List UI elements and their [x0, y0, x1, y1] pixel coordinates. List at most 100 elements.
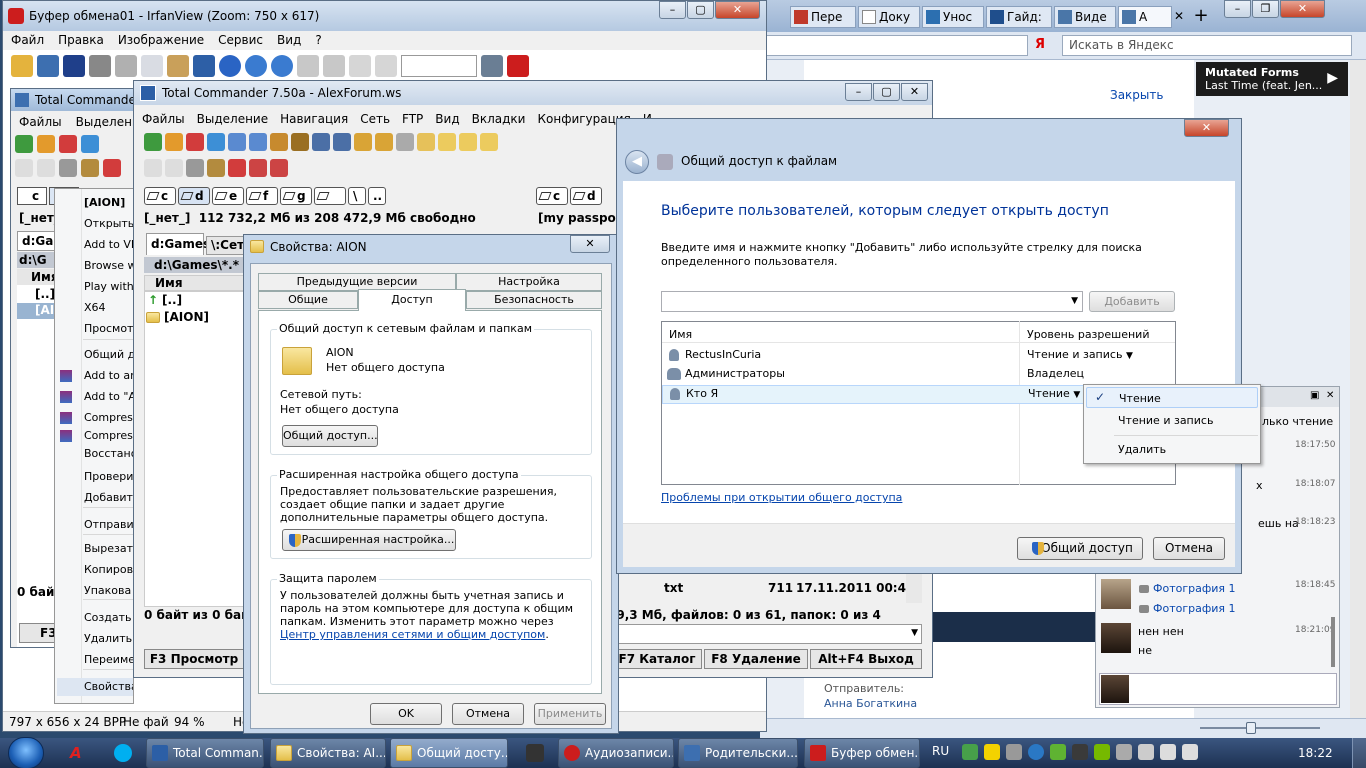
permission-row[interactable]: RectusInCuria Чтение и запись ▼: [662, 346, 1175, 365]
context-menu-header[interactable]: [AION]: [84, 196, 125, 209]
browser-tab[interactable]: Доку: [858, 6, 920, 28]
drive-button[interactable]: g: [280, 187, 312, 205]
taskbar-item[interactable]: Родительски...: [678, 738, 798, 768]
folder-tab[interactable]: \:Сет: [206, 236, 246, 255]
share-confirm-button[interactable]: Общий доступ: [1017, 537, 1143, 560]
context-menu-item[interactable]: Compress: [84, 429, 133, 442]
page-scrollbar[interactable]: [1350, 60, 1366, 718]
brief-view-icon[interactable]: [165, 133, 183, 151]
browser-tab[interactable]: Пере: [790, 6, 856, 28]
paste-icon[interactable]: [167, 55, 189, 77]
context-menu-item[interactable]: Browse wi: [84, 259, 133, 272]
menu-item[interactable]: Выделение: [197, 110, 268, 129]
taskbar-item[interactable]: Аудиозаписи...: [558, 738, 674, 768]
copy-icon[interactable]: [141, 55, 163, 77]
menu-item[interactable]: Файл: [11, 31, 44, 50]
close-button[interactable]: ✕: [715, 1, 760, 19]
maximize-button[interactable]: ▢: [687, 1, 714, 19]
close-button[interactable]: ✕: [1280, 0, 1325, 18]
search-input[interactable]: Искать в Яндекс: [1062, 35, 1352, 56]
open-icon[interactable]: [11, 55, 33, 77]
delete-icon[interactable]: [103, 159, 121, 177]
column-header-permission[interactable]: Уровень разрешений: [1027, 328, 1149, 341]
slideshow-icon[interactable]: [37, 55, 59, 77]
language-indicator[interactable]: RU: [932, 744, 949, 758]
context-menu-item[interactable]: Открыть: [84, 217, 133, 230]
tray-icon[interactable]: [1138, 744, 1154, 760]
menu-item[interactable]: Правка: [58, 31, 104, 50]
tray-icon[interactable]: [1006, 744, 1022, 760]
context-menu-item[interactable]: Удалить: [84, 632, 132, 645]
menu-item[interactable]: Файлы: [142, 110, 185, 129]
folder-tab[interactable]: d:Games: [146, 233, 210, 255]
tray-icon[interactable]: [1028, 744, 1044, 760]
context-menu-item[interactable]: Add to arc: [84, 369, 133, 382]
file-icon[interactable]: [37, 159, 55, 177]
menu-item[interactable]: Файлы: [19, 113, 62, 132]
advanced-sharing-button[interactable]: Расширенная настройка...: [282, 529, 456, 551]
browser-tab-close-icon[interactable]: ✕: [1174, 6, 1188, 28]
menu-item-remove[interactable]: Удалить: [1086, 439, 1258, 460]
context-menu-item[interactable]: Создать я: [84, 611, 133, 624]
new-tab-button[interactable]: +: [1190, 6, 1212, 28]
context-menu-item[interactable]: Переиме: [84, 653, 133, 666]
cut-icon[interactable]: [115, 55, 137, 77]
folder-icon[interactable]: [480, 133, 498, 151]
unpack-icon[interactable]: [291, 133, 309, 151]
forward-icon[interactable]: [249, 133, 267, 151]
taskbar-item[interactable]: Свойства: AI...: [270, 738, 386, 768]
tab-security[interactable]: Безопасность: [466, 291, 602, 309]
context-menu-item[interactable]: Общий до: [84, 348, 133, 361]
refresh-icon[interactable]: [144, 133, 162, 151]
close-button[interactable]: ✕: [570, 235, 610, 253]
drive-button[interactable]: ..: [368, 187, 386, 205]
chat-close-icon[interactable]: ✕: [1326, 390, 1334, 401]
add-button[interactable]: Добавить: [1089, 291, 1175, 312]
start-button[interactable]: [8, 737, 44, 768]
panel-scrollbar[interactable]: [906, 569, 922, 603]
folder-icon[interactable]: [438, 133, 456, 151]
file-icon[interactable]: [144, 159, 162, 177]
drive-button[interactable]: c: [536, 187, 568, 205]
zoom-slider-handle[interactable]: [1246, 722, 1256, 734]
chat-input[interactable]: [1099, 673, 1337, 705]
minimize-button[interactable]: –: [659, 1, 686, 19]
drive-button[interactable]: c: [17, 187, 47, 205]
menu-item[interactable]: Навигация: [280, 110, 348, 129]
drive-button[interactable]: f: [246, 187, 278, 205]
previous-icon[interactable]: [297, 55, 319, 77]
delete-icon[interactable]: [228, 159, 246, 177]
volume-icon[interactable]: [1182, 744, 1198, 760]
next-icon[interactable]: [323, 55, 345, 77]
context-menu-item[interactable]: Отправит: [84, 518, 133, 531]
tools-icon[interactable]: [59, 159, 77, 177]
user-name-input[interactable]: ▼: [661, 291, 1083, 312]
chevron-down-icon[interactable]: ▼: [1071, 296, 1078, 306]
context-menu-item[interactable]: Add to "AI: [84, 390, 133, 403]
path-bar[interactable]: d:\Games\*.*: [144, 257, 244, 273]
sharing-cancel-button[interactable]: Отмена: [1153, 537, 1225, 560]
full-view-icon[interactable]: [186, 133, 204, 151]
context-menu-item[interactable]: Просмотр: [84, 322, 133, 335]
zoom-in-icon[interactable]: [245, 55, 267, 77]
file-name-cell[interactable]: txt: [664, 581, 683, 595]
back-button[interactable]: ◀: [625, 150, 649, 174]
irfanview-logo-icon[interactable]: [507, 55, 529, 77]
browser-tab[interactable]: Унос: [922, 6, 984, 28]
network-icon[interactable]: [1160, 744, 1176, 760]
menu-item[interactable]: Изображение: [118, 31, 204, 50]
panel-view-icon[interactable]: [333, 133, 351, 151]
minimize-button[interactable]: –: [1224, 0, 1251, 18]
drive-button[interactable]: c: [144, 187, 176, 205]
taskbar-icon[interactable]: [526, 744, 544, 762]
menu-item[interactable]: ?: [315, 31, 321, 50]
first-icon[interactable]: [349, 55, 371, 77]
network-center-link[interactable]: Центр управления сетями и общим доступом: [280, 628, 545, 641]
tray-icon[interactable]: [1116, 744, 1132, 760]
back-icon[interactable]: [228, 133, 246, 151]
apply-button[interactable]: Применить: [534, 703, 606, 725]
menu-item[interactable]: Вид: [435, 110, 459, 129]
drive-button[interactable]: \: [348, 187, 366, 205]
folder-icon[interactable]: [459, 133, 477, 151]
hammer-icon[interactable]: [207, 159, 225, 177]
